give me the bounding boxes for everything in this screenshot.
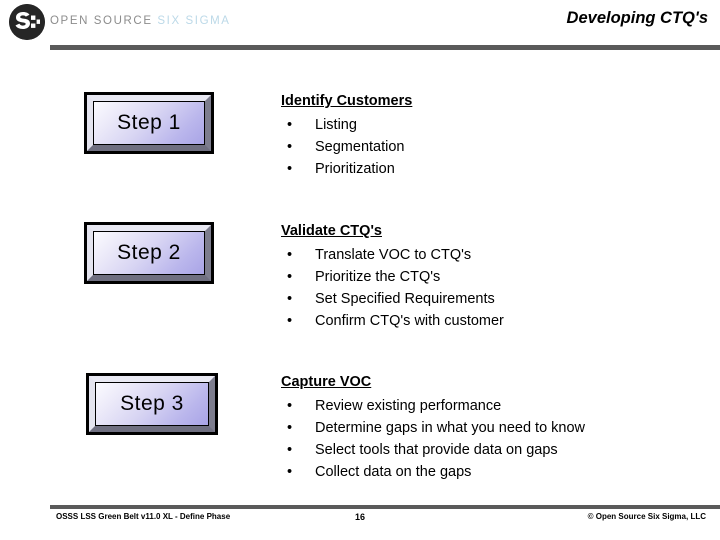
- step-text-1: Identify Customers • Listing • Segmentatio…: [281, 92, 711, 180]
- list-item: • Select tools that provide data on gaps: [281, 439, 711, 461]
- step-box-2-bevel: Step 2: [87, 225, 211, 281]
- bullet-icon: •: [287, 398, 293, 414]
- step-box-1-label: Step 1: [117, 111, 181, 134]
- bullet-icon: •: [287, 161, 293, 177]
- step-box-1-face: Step 1: [93, 101, 205, 145]
- bullet-icon: •: [287, 117, 293, 133]
- step-box-3: Step 3: [86, 373, 218, 435]
- step-box-3-bevel: Step 3: [89, 376, 215, 432]
- bullet-icon: •: [287, 464, 293, 480]
- step-text-3: Capture VOC • Review existing performance…: [281, 373, 711, 483]
- list-item: • Collect data on the gaps: [281, 461, 711, 483]
- step-box-3-face: Step 3: [95, 382, 209, 426]
- bullet-icon: •: [287, 269, 293, 285]
- step-heading-3: Capture VOC: [281, 374, 372, 390]
- list-item-label: Review existing performance: [315, 398, 502, 414]
- list-item-label: Determine gaps in what you need to know: [315, 420, 586, 436]
- list-item-label: Prioritization: [315, 161, 395, 177]
- step-box-1-bevel: Step 1: [87, 95, 211, 151]
- list-item: • Segmentation: [281, 136, 711, 158]
- step-box-3-label: Step 3: [120, 392, 184, 415]
- list-item: • Review existing performance: [281, 395, 711, 417]
- step-bullets-3: • Review existing performance • Determine …: [281, 395, 711, 483]
- slide-body: Step 1 Identify Customers • Listing • Segm…: [0, 0, 720, 540]
- list-item: • Prioritize the CTQ's: [281, 266, 711, 288]
- list-item-label: Confirm CTQ's with customer: [315, 313, 504, 329]
- footer-divider: [50, 505, 720, 509]
- bullet-icon: •: [287, 420, 293, 436]
- step-bullets-2: • Translate VOC to CTQ's • Prioritize the …: [281, 244, 711, 332]
- list-item-label: Listing: [315, 117, 357, 133]
- list-item: • Set Specified Requirements: [281, 288, 711, 310]
- bullet-icon: •: [287, 291, 293, 307]
- step-heading-2: Validate CTQ's: [281, 223, 382, 239]
- list-item-label: Select tools that provide data on gaps: [315, 442, 558, 458]
- slide-footer: OSSS LSS Green Belt v11.0 XL - Define Ph…: [0, 511, 720, 527]
- list-item: • Listing: [281, 114, 711, 136]
- bullet-icon: •: [287, 139, 293, 155]
- list-item-label: Collect data on the gaps: [315, 464, 472, 480]
- list-item-label: Translate VOC to CTQ's: [315, 247, 472, 263]
- list-item-label: Segmentation: [315, 139, 405, 155]
- step-box-2: Step 2: [84, 222, 214, 284]
- step-box-2-face: Step 2: [93, 231, 205, 275]
- list-item: • Translate VOC to CTQ's: [281, 244, 711, 266]
- step-text-2: Validate CTQ's • Translate VOC to CTQ's •…: [281, 222, 711, 332]
- bullet-icon: •: [287, 442, 293, 458]
- footer-copyright: © Open Source Six Sigma, LLC: [587, 512, 706, 521]
- list-item-label: Set Specified Requirements: [315, 291, 495, 307]
- list-item: • Prioritization: [281, 158, 711, 180]
- bullet-icon: •: [287, 313, 293, 329]
- list-item: • Confirm CTQ's with customer: [281, 310, 711, 332]
- step-box-2-label: Step 2: [117, 241, 181, 264]
- list-item: • Determine gaps in what you need to know: [281, 417, 711, 439]
- step-heading-1: Identify Customers: [281, 93, 413, 109]
- bullet-icon: •: [287, 247, 293, 263]
- list-item-label: Prioritize the CTQ's: [315, 269, 441, 285]
- step-box-1: Step 1: [84, 92, 214, 154]
- step-bullets-1: • Listing • Segmentation • Prioritization: [281, 114, 711, 180]
